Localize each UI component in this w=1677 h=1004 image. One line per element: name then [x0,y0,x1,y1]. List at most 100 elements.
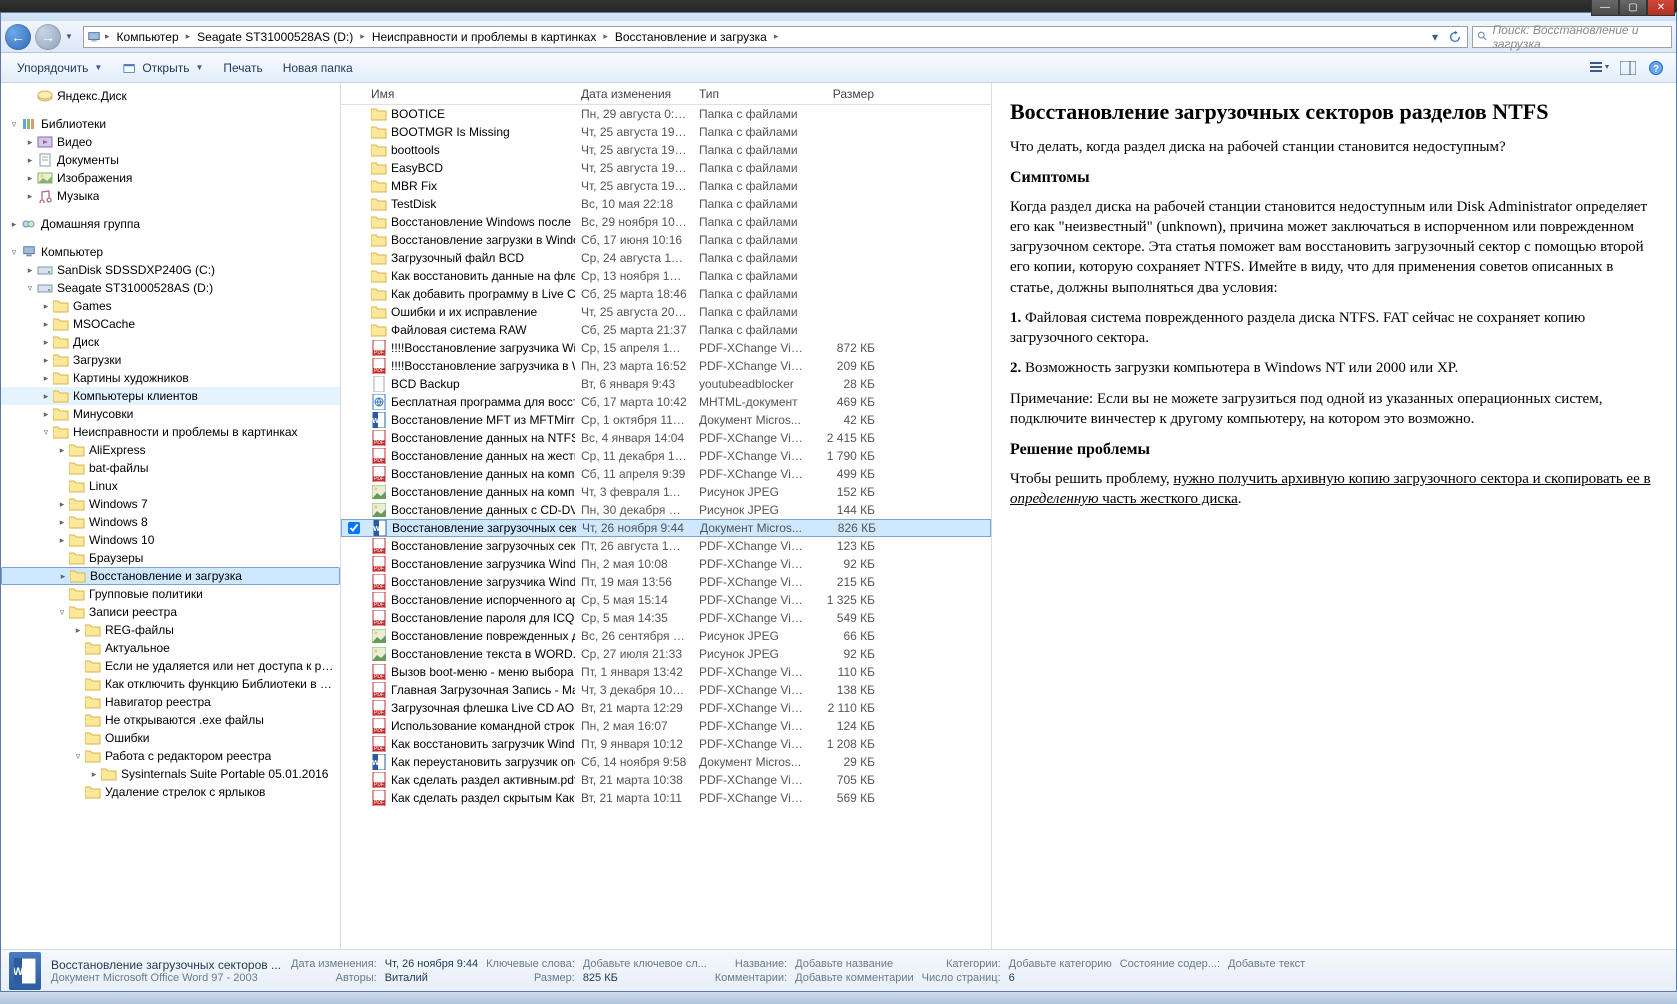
tree-item[interactable]: Яндекс.Диск [1,87,340,105]
details-value[interactable]: Добавьте комментарии [795,972,913,984]
tree-item[interactable]: ▸Windows 7 [1,495,340,513]
tree-item[interactable]: ▸Windows 10 [1,531,340,549]
file-row[interactable]: BOOTICEПн, 29 августа 0:43Папка с файлам… [341,105,991,123]
breadcrumb-item[interactable]: Восстановление и загрузка [611,30,771,44]
chevron-right-icon[interactable]: ▸ [602,31,609,42]
file-row[interactable]: WВосстановление MFT из MFTMirr.docСр, 1 … [341,411,991,429]
file-row[interactable]: Загрузочный файл BCDСр, 24 августа 10:46… [341,249,991,267]
file-row[interactable]: PDFЗагрузочная флешка Live CD AOMEI...Вт… [341,699,991,717]
tree-item[interactable]: ▸Изображения [1,169,340,187]
tree-item[interactable]: bat-файлы [1,459,340,477]
tree-item[interactable]: ▸Картины художников [1,369,340,387]
chevron-right-icon[interactable]: ▸ [773,31,780,42]
file-row[interactable]: PDF!!!!Восстановление загрузчика Wind...… [341,339,991,357]
file-row[interactable]: EasyBCDЧт, 25 августа 19:56Папка с файла… [341,159,991,177]
tree-item[interactable]: ▸Диск [1,333,340,351]
tree-item[interactable]: ▿Компьютер [1,243,340,261]
file-row[interactable]: Восстановление данных на компакт...Чт, 3… [341,483,991,501]
file-row[interactable]: Восстановление текста в WORD.JPGСр, 27 и… [341,645,991,663]
file-row[interactable]: PDFВосстановление загрузочных секто...Пт… [341,537,991,555]
tree-item[interactable]: Не открываются .exe файлы [1,711,340,729]
tree-item[interactable]: Ошибки [1,729,340,747]
search-input[interactable]: Поиск: Восстановление и загрузка [1472,26,1672,48]
preview-pane-button[interactable] [1616,57,1640,79]
titlebar[interactable] [1,13,1676,21]
file-row[interactable]: PDF!!!!Восстановление загрузчика в Wi...… [341,357,991,375]
date-column-header[interactable]: Дата изменения [575,87,693,101]
expander-icon[interactable]: ▸ [23,265,37,276]
file-row[interactable]: TestDiskВс, 10 мая 22:18Папка с файлами [341,195,991,213]
file-row[interactable]: Восстановление загрузки в Windows 7Сб, 1… [341,231,991,249]
minimize-button[interactable]: — [1591,0,1619,16]
file-row[interactable]: Как восстановить данные на флешкеСр, 13 … [341,267,991,285]
address-bar[interactable]: ▸ Компьютер ▸ Seagate ST31000528AS (D:) … [83,26,1468,48]
file-row[interactable]: PDFКак сделать раздел активным.pdfВт, 21… [341,771,991,789]
expander-icon[interactable]: ▿ [7,247,21,258]
details-value[interactable]: Виталий [385,972,478,984]
tree-item[interactable]: ▸Windows 8 [1,513,340,531]
maximize-button[interactable]: ▢ [1619,0,1647,16]
preview-pane[interactable]: Восстановление загрузочных секторов разд… [991,83,1676,949]
tree-item[interactable]: ▸Документы [1,151,340,169]
tree-item[interactable]: Как отключить функцию Библиотеки в Windo… [1,675,340,693]
tree-item[interactable]: ▸Компьютеры клиентов [1,387,340,405]
refresh-button[interactable] [1445,27,1465,47]
tree-item[interactable]: ▿Библиотеки [1,115,340,133]
expander-icon[interactable]: ▸ [71,625,85,636]
details-value[interactable]: Добавьте название [795,958,913,970]
file-row[interactable]: WВосстановление загрузочных секто...Чт, … [341,519,991,537]
file-row[interactable]: boottoolsЧт, 25 августа 19:16Папка с фай… [341,141,991,159]
tree-item[interactable]: ▸AliExpress [1,441,340,459]
file-row[interactable]: MBR FixЧт, 25 августа 19:52Папка с файла… [341,177,991,195]
chevron-right-icon[interactable]: ▸ [359,31,366,42]
file-row[interactable]: PDFВосстановление загрузчика WindowsПн, … [341,555,991,573]
new-folder-button[interactable]: Новая папка [275,58,361,78]
forward-button[interactable]: → [35,24,61,50]
expander-icon[interactable]: ▸ [23,191,37,202]
expander-icon[interactable]: ▸ [55,517,69,528]
file-row[interactable]: Как добавить программу в Live CDСб, 25 м… [341,285,991,303]
expander-icon[interactable]: ▸ [55,535,69,546]
expander-icon[interactable]: ▸ [55,499,69,510]
tree-item[interactable]: Если не удаляется или нет доступа к разд… [1,657,340,675]
tree-item[interactable]: ▸Sysinternals Suite Portable 05.01.2016 [1,765,340,783]
taskbar[interactable] [0,992,1677,1004]
expander-icon[interactable]: ▸ [23,155,37,166]
breadcrumb-item[interactable]: Неисправности и проблемы в картинках [368,30,601,44]
tree-item[interactable]: Удаление стрелок с ярлыков [1,783,340,801]
tree-item[interactable]: Групповые политики [1,585,340,603]
breadcrumb-item[interactable]: Компьютер [113,30,183,44]
open-button[interactable]: Открыть▼ [114,58,211,78]
breadcrumb-item[interactable]: Seagate ST31000528AS (D:) [193,30,357,44]
file-row[interactable]: Файловая система RAWСб, 25 марта 21:37Па… [341,321,991,339]
tree-item[interactable]: Linux [1,477,340,495]
tree-item[interactable]: ▸Загрузки [1,351,340,369]
expander-icon[interactable]: ▸ [39,373,53,384]
expander-icon[interactable]: ▸ [87,769,101,780]
tree-item[interactable]: ▿Записи реестра [1,603,340,621]
print-button[interactable]: Печать [215,58,270,78]
tree-item[interactable]: Браузеры [1,549,340,567]
file-row[interactable]: PDFВызов boot-меню - меню выбора ус...Пт… [341,663,991,681]
expander-icon[interactable]: ▸ [55,445,69,456]
name-column-header[interactable]: Имя [365,87,575,101]
file-row[interactable]: Восстановление Windows после зам...Вс, 2… [341,213,991,231]
file-row[interactable]: PDFКак восстановить загрузчик Window...П… [341,735,991,753]
file-row[interactable]: Восстановление поврежденных док...Вс, 26… [341,627,991,645]
tree-item[interactable]: ▸Минусовки [1,405,340,423]
file-row[interactable]: PDFИспользование командной строки д...Пн… [341,717,991,735]
tree-item[interactable]: Актуальное [1,639,340,657]
tree-item[interactable]: ▿Неисправности и проблемы в картинках [1,423,340,441]
help-button[interactable]: ? [1644,57,1668,79]
organize-button[interactable]: Упорядочить▼ [9,58,110,78]
expander-icon[interactable]: ▿ [55,607,69,618]
file-row[interactable]: Ошибки и их исправлениеЧт, 25 августа 20… [341,303,991,321]
file-row[interactable]: WКак переустановить загрузчик опера...Сб… [341,753,991,771]
tree-item[interactable]: ▸REG-файлы [1,621,340,639]
tree-item[interactable]: ▸Видео [1,133,340,151]
details-value[interactable]: Добавьте ключевое сл... [583,958,707,970]
back-button[interactable]: ← [5,24,31,50]
size-column-header[interactable]: Размер [811,87,881,101]
expander-icon[interactable]: ▸ [23,173,37,184]
row-checkbox[interactable] [348,522,360,534]
